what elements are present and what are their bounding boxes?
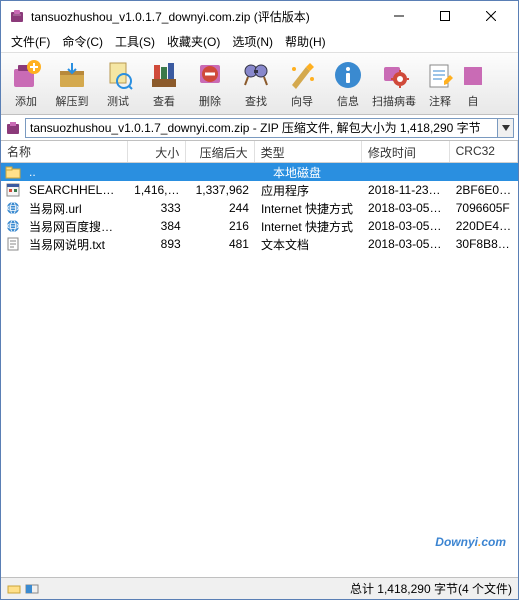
test-button[interactable]: 测试 [95, 55, 141, 113]
virus-icon [378, 59, 410, 91]
folder-up-icon [5, 164, 21, 180]
file-crc: 30F8B88C [450, 236, 518, 252]
status-icon-1 [7, 583, 21, 595]
col-crc32[interactable]: CRC32 [450, 141, 518, 162]
find-icon [240, 59, 272, 91]
menu-options[interactable]: 选项(N) [226, 31, 279, 52]
find-button[interactable]: 查找 [233, 55, 279, 113]
file-name: SEARCHHELPE... [23, 182, 128, 198]
file-name: 当易网百度搜索... [23, 217, 128, 236]
file-modified: 2018-03-05 1... [362, 236, 450, 252]
test-icon [102, 59, 134, 91]
col-type[interactable]: 类型 [255, 141, 362, 162]
column-headers: 名称 大小 压缩后大小 类型 修改时间 CRC32 [1, 141, 518, 163]
file-modified: 2018-03-05 1... [362, 218, 450, 234]
file-name: 当易网说明.txt [23, 235, 128, 254]
wizard-icon [286, 59, 318, 91]
file-row[interactable]: 当易网.url333244Internet 快捷方式2018-03-05 1..… [1, 199, 518, 217]
info-icon [332, 59, 364, 91]
window-controls [376, 1, 514, 31]
file-size: 893 [128, 236, 187, 252]
file-size: 384 [128, 218, 187, 234]
status-total: 总计 1,418,290 字节(4 个文件) [350, 580, 512, 597]
sfx-icon [463, 59, 483, 91]
virus-scan-button[interactable]: 扫描病毒 [371, 55, 417, 113]
comment-icon [424, 59, 456, 91]
file-row[interactable]: 当易网百度搜索...384216Internet 快捷方式2018-03-05 … [1, 217, 518, 235]
parent-label: .. [23, 164, 137, 180]
file-type: 文本文档 [255, 235, 362, 254]
title-bar: tansuozhushou_v1.0.1.7_downyi.com.zip (评… [1, 1, 518, 31]
file-name: 当易网.url [23, 199, 128, 218]
file-icon [5, 236, 21, 252]
file-crc: 220DE432 [450, 218, 518, 234]
add-icon [10, 59, 42, 91]
info-button[interactable]: 信息 [325, 55, 371, 113]
file-row[interactable]: 当易网说明.txt893481文本文档2018-03-05 1...30F8B8… [1, 235, 518, 253]
add-button[interactable]: 添加 [3, 55, 49, 113]
app-icon [9, 8, 25, 24]
watermark: Downyi.com [435, 522, 506, 553]
delete-button[interactable]: 删除 [187, 55, 233, 113]
extract-button[interactable]: 解压到 [49, 55, 95, 113]
col-name[interactable]: 名称 [1, 141, 128, 162]
file-type: Internet 快捷方式 [255, 217, 362, 236]
view-button[interactable]: 查看 [141, 55, 187, 113]
file-row[interactable]: SEARCHHELPE...1,416,6801,337,962应用程序2018… [1, 181, 518, 199]
file-icon [5, 200, 21, 216]
maximize-button[interactable] [422, 1, 468, 31]
file-crc: 7096605F [450, 200, 518, 216]
parent-type: 本地磁盘 [267, 163, 377, 182]
file-list[interactable]: .. 本地磁盘 SEARCHHELPE...1,416,6801,337,962… [1, 163, 518, 577]
address-bar [1, 115, 518, 141]
menu-tools[interactable]: 工具(S) [109, 31, 161, 52]
file-type: Internet 快捷方式 [255, 199, 362, 218]
file-packed: 244 [187, 200, 255, 216]
file-size: 333 [128, 200, 187, 216]
parent-folder-row[interactable]: .. 本地磁盘 [1, 163, 518, 181]
path-input[interactable] [25, 118, 498, 138]
menu-file[interactable]: 文件(F) [5, 31, 56, 52]
file-packed: 481 [187, 236, 255, 252]
wizard-button[interactable]: 向导 [279, 55, 325, 113]
comment-button[interactable]: 注释 [417, 55, 463, 113]
file-modified: 2018-11-23 1... [362, 182, 450, 198]
file-packed: 216 [187, 218, 255, 234]
archive-icon [5, 120, 21, 136]
col-packed[interactable]: 压缩后大小 [186, 141, 254, 162]
menu-commands[interactable]: 命令(C) [56, 31, 109, 52]
close-button[interactable] [468, 1, 514, 31]
file-crc: 2BF6E03D [450, 182, 518, 198]
delete-icon [194, 59, 226, 91]
file-icon [5, 182, 21, 198]
toolbar: 添加 解压到 测试 查看 删除 查找 向导 信息 扫描病毒 注释 自 [1, 53, 518, 115]
col-modified[interactable]: 修改时间 [362, 141, 450, 162]
status-bar: 总计 1,418,290 字节(4 个文件) [1, 577, 518, 599]
menu-favorites[interactable]: 收藏夹(O) [161, 31, 226, 52]
menu-help[interactable]: 帮助(H) [279, 31, 332, 52]
path-dropdown[interactable] [498, 118, 514, 138]
col-size[interactable]: 大小 [128, 141, 187, 162]
file-packed: 1,337,962 [187, 182, 255, 198]
status-icon-2 [25, 583, 39, 595]
file-icon [5, 218, 21, 234]
view-icon [148, 59, 180, 91]
sfx-button[interactable]: 自 [463, 55, 483, 113]
minimize-button[interactable] [376, 1, 422, 31]
menu-bar: 文件(F) 命令(C) 工具(S) 收藏夹(O) 选项(N) 帮助(H) [1, 31, 518, 53]
file-type: 应用程序 [255, 181, 362, 200]
window-title: tansuozhushou_v1.0.1.7_downyi.com.zip (评… [31, 8, 376, 25]
extract-icon [56, 59, 88, 91]
file-modified: 2018-03-05 1... [362, 200, 450, 216]
file-size: 1,416,680 [128, 182, 187, 198]
